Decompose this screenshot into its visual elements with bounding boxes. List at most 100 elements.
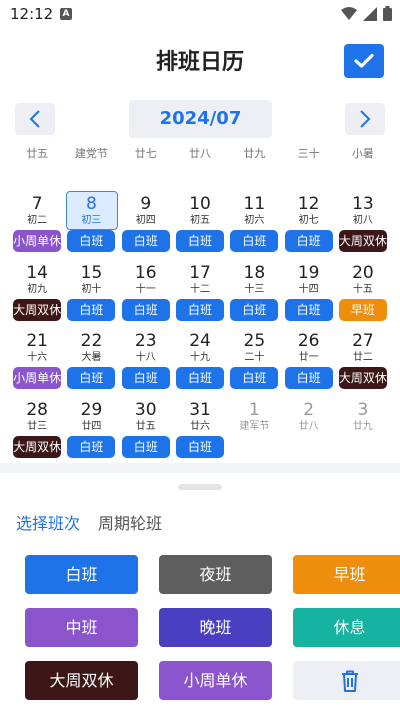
calendar-day[interactable]: 1 建军节 — [227, 398, 281, 467]
calendar-day[interactable]: 16 十一 白班 — [119, 261, 173, 330]
shift-badge: 白班 — [121, 298, 170, 321]
next-month-button[interactable] — [345, 103, 385, 135]
lunar-date: 初十 — [81, 283, 102, 295]
calendar-day[interactable]: 15 初十 白班 — [64, 261, 118, 330]
status-bar: 12:12 A — [0, 0, 400, 28]
lunar-date: 初五 — [190, 215, 211, 226]
lunar-date: 十三 — [244, 283, 265, 295]
lunar-date: 初六 — [244, 215, 265, 226]
shift-badge: 白班 — [284, 367, 333, 389]
shift-badge: 白班 — [284, 298, 333, 321]
day-number: 28 — [26, 399, 48, 420]
day-number: 27 — [352, 331, 374, 351]
calendar-day[interactable]: 21 十六 小周单休 — [10, 329, 64, 398]
evening-shift-button[interactable]: 晚班 — [159, 608, 272, 647]
lunar-date: 初二 — [27, 215, 48, 226]
calendar-day[interactable]: 10 初五 白班 — [173, 192, 227, 261]
lunar-date: 十六 — [27, 352, 48, 363]
day-number: 3 — [357, 399, 369, 420]
day-number: 9 — [140, 194, 152, 214]
day-number: 18 — [243, 262, 266, 283]
month-label[interactable]: 2024/07 — [129, 100, 272, 138]
day-number: 21 — [26, 331, 48, 351]
day-number: 24 — [189, 331, 211, 351]
big-double-rest-button[interactable]: 大周双休 — [25, 661, 138, 700]
night-shift-button[interactable]: 夜班 — [159, 555, 272, 594]
week-header-cell: 廿七 — [134, 147, 157, 160]
shift-badge: 白班 — [176, 367, 225, 389]
day-number: 1 — [248, 399, 260, 420]
calendar-day[interactable]: 11 初六 白班 — [227, 192, 281, 261]
day-number: 22 — [80, 331, 103, 351]
calendar-day[interactable]: 30 廿五 白班 — [119, 398, 173, 467]
day-number: 7 — [31, 194, 43, 214]
day-number: 30 — [134, 399, 157, 420]
status-time: 12:12 — [10, 5, 54, 23]
week-header-cell: 小暑 — [351, 147, 374, 160]
lunar-date: 廿五 — [135, 420, 156, 432]
week-header-cell: 廿八 — [189, 147, 212, 160]
prev-month-button[interactable] — [15, 103, 55, 135]
day-number: 8 — [86, 194, 97, 214]
calendar-day[interactable]: 9 初四 白班 — [119, 192, 173, 261]
middle-shift-button[interactable]: 中班 — [25, 608, 138, 647]
calendar-day[interactable]: 24 十九 白班 — [173, 329, 227, 398]
morning-shift-button[interactable]: 早班 — [293, 555, 400, 594]
calendar-day[interactable]: 18 十三 白班 — [227, 261, 281, 330]
day-number: 11 — [243, 194, 266, 214]
day-number: 19 — [297, 262, 320, 283]
day-number: 25 — [243, 331, 266, 351]
day-number: 31 — [189, 399, 211, 420]
shift-badge: 白班 — [121, 367, 170, 389]
calendar-day[interactable]: 12 初七 白班 — [281, 192, 335, 261]
calendar-day[interactable]: 7 初二 小周单休 — [10, 192, 64, 261]
lunar-date: 初九 — [27, 283, 48, 295]
calendar-day[interactable]: 14 初九 大周双休 — [10, 261, 64, 330]
calendar-day[interactable]: 3 廿九 — [336, 398, 390, 467]
lunar-date: 十二 — [190, 283, 211, 295]
calendar-day[interactable]: 25 二十 白班 — [227, 329, 281, 398]
calendar-day[interactable]: 8 初三 白班 — [64, 191, 119, 261]
lunar-date: 大暑 — [81, 352, 102, 363]
shift-badge: 白班 — [67, 435, 116, 458]
calendar-day[interactable]: 28 廿三大周双休 — [10, 398, 64, 467]
lunar-date: 初三 — [81, 215, 102, 226]
lunar-date: 廿三 — [27, 420, 48, 432]
week-header-row: 廿五 建党节 廿七 廿八 廿九 三十 小暑 — [10, 145, 390, 165]
day-number: 20 — [352, 262, 374, 283]
day-number: 14 — [26, 262, 48, 283]
shift-badge: 白班 — [67, 367, 116, 389]
clear-shift-button[interactable] — [293, 661, 400, 700]
calendar-day[interactable]: 2 廿八 — [281, 398, 335, 467]
calendar-day[interactable]: 22 大暑白班 — [64, 329, 118, 398]
chevron-left-icon — [29, 110, 40, 128]
drag-handle[interactable] — [178, 484, 222, 490]
calendar-day[interactable]: 31 廿六 白班 — [173, 398, 227, 467]
week-header-cell: 建党节 — [74, 147, 108, 160]
signal-icon — [363, 6, 377, 21]
calendar-day[interactable]: 23 十八 白班 — [119, 329, 173, 398]
day-number: 13 — [352, 194, 374, 214]
calendar-day[interactable]: 17 十二 白班 — [173, 261, 227, 330]
calendar-day[interactable]: 13 初八 大周双休 — [336, 192, 390, 261]
lunar-date: 十八 — [135, 352, 156, 363]
calendar-day[interactable]: 19 十四 白班 — [281, 261, 335, 330]
tab-select-shift[interactable]: 选择班次 — [16, 510, 80, 534]
chevron-right-icon — [360, 110, 371, 128]
tab-cycle-shift[interactable]: 周期轮班 — [98, 510, 162, 534]
shift-badge: 白班 — [230, 367, 279, 389]
rest-button[interactable]: 休息 — [293, 608, 400, 647]
shift-badge: 白班 — [284, 230, 333, 252]
day-shift-button[interactable]: 白班 — [25, 555, 138, 594]
shift-badge: 白班 — [176, 298, 225, 321]
shift-badge: 大周双休 — [13, 435, 61, 458]
calendar-day[interactable]: 26 廿一 白班 — [281, 329, 335, 398]
day-number: 2 — [303, 399, 315, 420]
calendar-day[interactable]: 29 廿四 白班 — [64, 398, 118, 467]
calendar-day[interactable]: 20 十五 早班 — [336, 261, 390, 330]
day-number: 15 — [80, 262, 103, 283]
calendar-day[interactable]: 27 廿二 大周双休 — [336, 329, 390, 398]
small-single-rest-button[interactable]: 小周单休 — [159, 661, 272, 700]
confirm-button[interactable] — [344, 44, 384, 78]
lunar-date: 初四 — [135, 215, 156, 226]
